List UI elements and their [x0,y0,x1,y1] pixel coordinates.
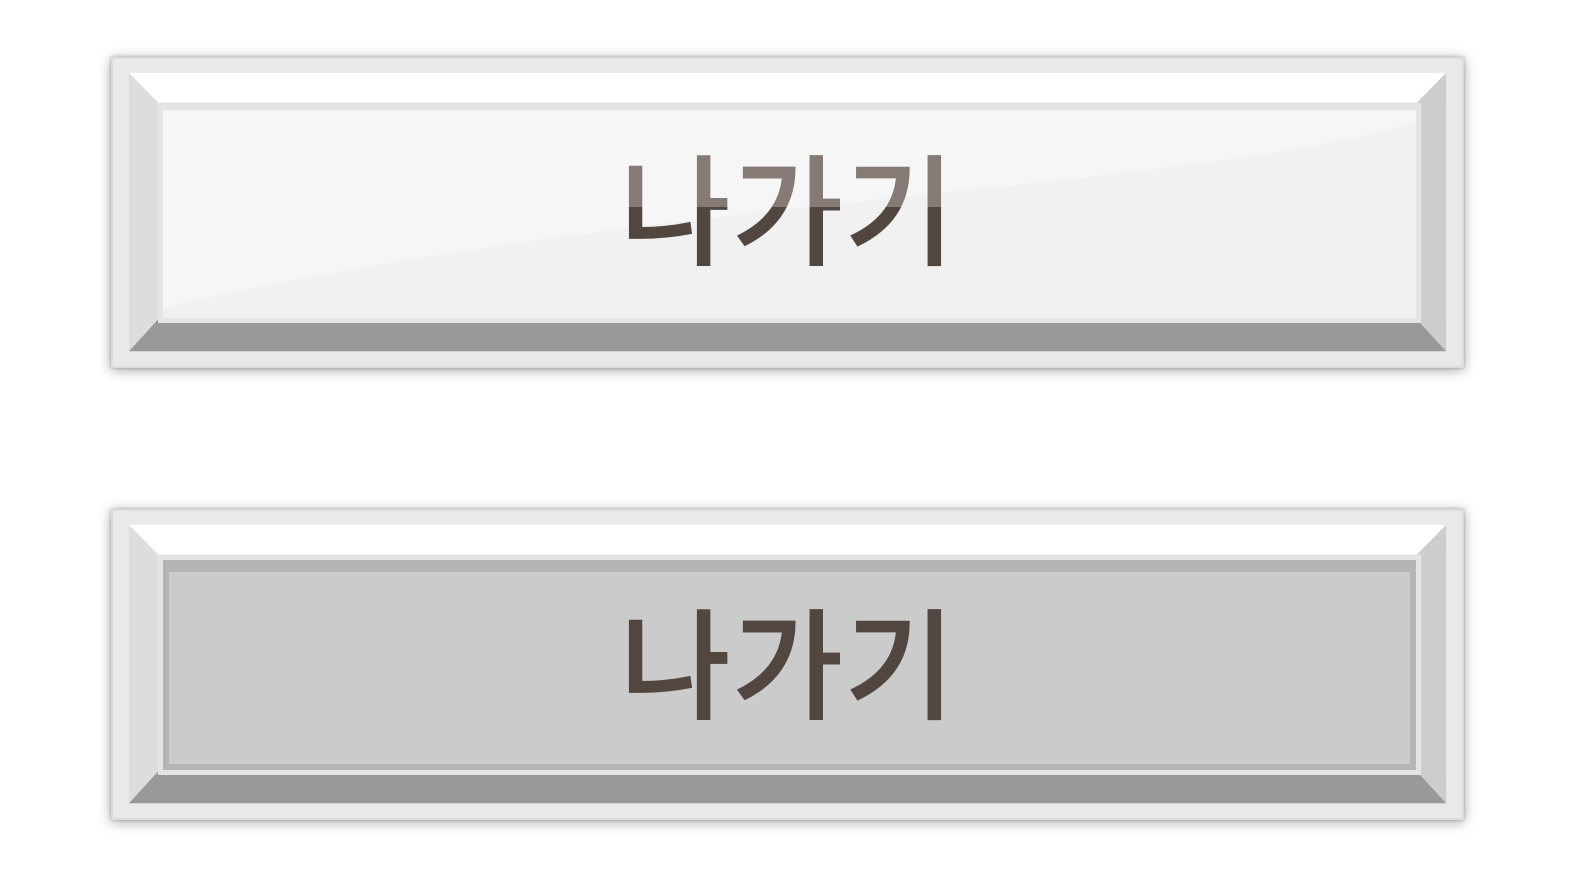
exit-button-label: 나가기 [620,145,959,283]
exit-button[interactable]: 나가기 [111,57,1464,368]
exit-button-label: 나가기 [620,599,959,737]
button-face: 나가기 [158,103,1421,323]
exit-button-pressed[interactable]: 나가기 [111,509,1464,820]
button-face: 나가기 [158,555,1421,775]
